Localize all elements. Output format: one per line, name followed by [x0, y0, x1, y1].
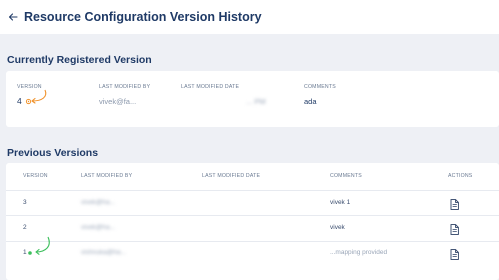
col-modified-date: LAST MODIFIED DATE: [202, 173, 261, 179]
row-version: 2: [23, 224, 27, 231]
col-modified-date: LAST MODIFIED DATE: [181, 84, 240, 90]
row-modified-by: vivek@ha...: [81, 224, 116, 231]
row-version: 3: [23, 199, 27, 206]
current-version-number: 4: [17, 96, 22, 106]
row-divider: [6, 215, 499, 216]
current-version-card: VERSION LAST MODIFIED BY LAST MODIFIED D…: [6, 71, 499, 127]
col-comments: COMMENTS: [330, 173, 362, 179]
col-comments: COMMENTS: [304, 84, 336, 90]
current-comment: ada: [304, 97, 317, 106]
dot-icon: [28, 251, 32, 255]
annotation-arrow: [35, 236, 50, 255]
col-version: VERSION: [23, 173, 48, 179]
current-modified-date: ... PM: [246, 97, 266, 106]
col-modified-by: LAST MODIFIED BY: [81, 173, 133, 179]
row-divider: [6, 190, 499, 191]
previous-versions-table: VERSION LAST MODIFIED BY LAST MODIFIED D…: [6, 163, 499, 280]
annotation-arrow: [31, 89, 47, 104]
row-divider: [6, 241, 499, 242]
current-version-title: Currently Registered Version: [7, 54, 152, 66]
row-version: 1: [23, 249, 27, 256]
current-modified-by: vivek@fa...: [99, 97, 137, 106]
col-modified-by: LAST MODIFIED BY: [99, 84, 151, 90]
col-actions: ACTIONS: [448, 173, 473, 179]
previous-versions-title: Previous Versions: [7, 147, 99, 159]
page-header: Resource Configuration Version History: [0, 0, 499, 34]
row-modified-by: vivek@ha...: [81, 199, 116, 206]
arrow-left-icon[interactable]: [8, 12, 18, 22]
document-icon[interactable]: [450, 224, 459, 235]
row-comment: vivek 1: [330, 199, 351, 206]
row-comment: ...mapping provided: [330, 249, 388, 256]
document-icon[interactable]: [450, 199, 459, 210]
page-title: Resource Configuration Version History: [24, 10, 262, 24]
document-icon[interactable]: [450, 249, 459, 260]
row-modified-by: vishnuka@ha...: [81, 249, 126, 256]
row-comment: vivek: [330, 224, 345, 231]
